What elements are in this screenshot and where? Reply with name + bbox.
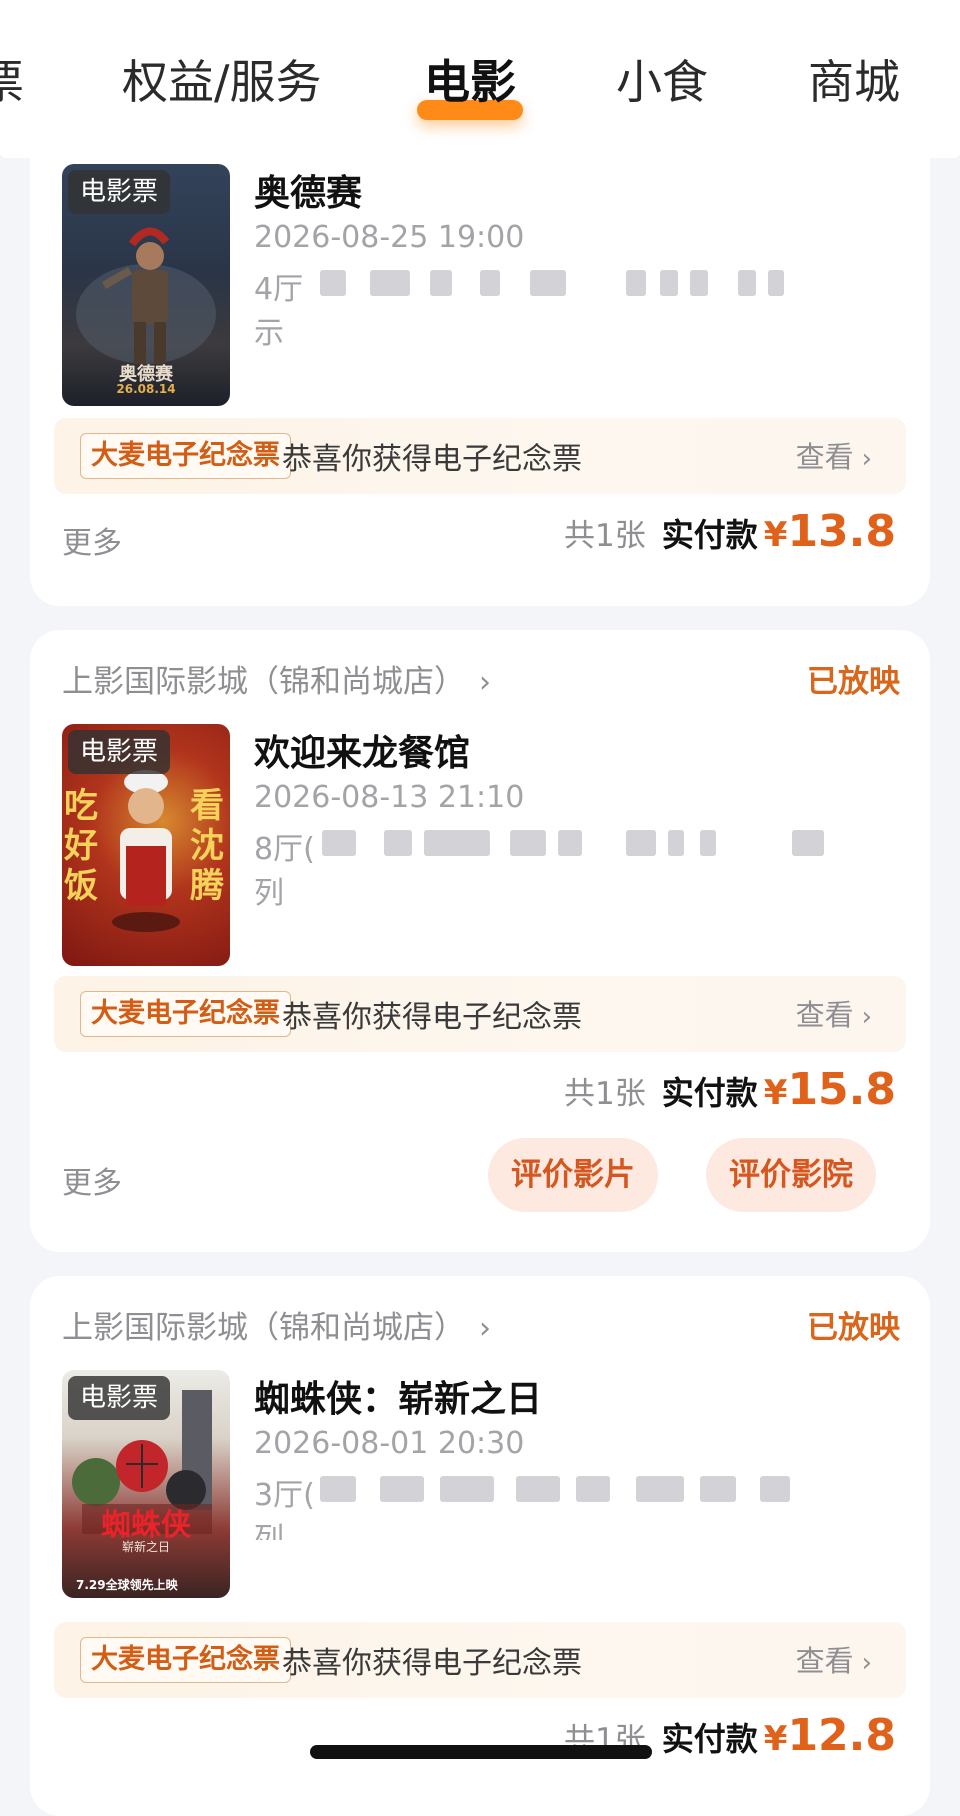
tab-movies[interactable]: 电影 bbox=[424, 52, 516, 112]
rate-movie-button[interactable]: 评价影片 bbox=[488, 1138, 658, 1212]
paid-label: 实付款 bbox=[661, 516, 758, 554]
hall-seat-info: 8厅( bbox=[254, 832, 315, 867]
souvenir-banner[interactable]: 大麦电子纪念票 恭喜你获得电子纪念票 查看 › bbox=[54, 418, 906, 494]
cinema-row[interactable]: 上影国际影城（锦和尚城店） › 已放映 bbox=[62, 1302, 900, 1346]
seat-suffix: 列 bbox=[254, 1522, 284, 1540]
status-badge: 已放映 bbox=[807, 664, 900, 700]
more-button[interactable]: 更多 bbox=[62, 1158, 122, 1202]
poster-right-text: 看沈腾 bbox=[190, 786, 224, 906]
view-souvenir-link[interactable]: 查看 › bbox=[796, 1638, 872, 1680]
ticket-type-badge: 电影票 bbox=[68, 1376, 171, 1420]
souvenir-text: 恭喜你获得电子纪念票 bbox=[282, 1646, 582, 1681]
redacted-seat-info bbox=[320, 270, 820, 296]
paid-label: 实付款 bbox=[661, 1720, 758, 1758]
chevron-right-icon: › bbox=[479, 1311, 491, 1346]
show-time: 2026-08-13 21:10 bbox=[254, 780, 525, 815]
cinema-name[interactable]: 上影国际影城（锦和尚城店） › bbox=[62, 656, 491, 701]
view-label: 查看 bbox=[795, 440, 854, 474]
poster-date-text: 7.29全球领先上映 bbox=[76, 1578, 178, 1592]
poster-subtitle-text: 崭新之日 bbox=[121, 1540, 170, 1554]
movie-poster[interactable]: 吃好饭 看沈腾 电影票 bbox=[62, 724, 230, 966]
souvenir-banner[interactable]: 大麦电子纪念票 恭喜你获得电子纪念票 查看 › bbox=[54, 1622, 906, 1698]
chevron-right-icon: › bbox=[479, 665, 491, 700]
home-indicator[interactable] bbox=[310, 1745, 652, 1759]
view-label: 查看 bbox=[795, 998, 854, 1032]
redacted-seat-info bbox=[320, 1476, 820, 1502]
redacted-seat-info bbox=[322, 830, 824, 856]
ticket-type-badge: 电影票 bbox=[68, 730, 171, 774]
paid-amount: ¥12.8 bbox=[763, 1710, 896, 1761]
chevron-right-icon: › bbox=[861, 1648, 872, 1678]
seat-suffix: 示 bbox=[254, 316, 284, 351]
seat-suffix: 列 bbox=[254, 876, 284, 911]
poster-date-text: 26.08.14 bbox=[116, 382, 176, 396]
order-card[interactable]: 上影国际影城（锦和尚城店） › 已放映 蜘蛛侠 崭新之日 7.29全球领先上映 电… bbox=[30, 1276, 930, 1816]
chevron-right-icon: › bbox=[861, 1002, 872, 1032]
movie-title: 奥德赛 bbox=[254, 173, 363, 214]
souvenir-banner[interactable]: 大麦电子纪念票 恭喜你获得电子纪念票 查看 › bbox=[54, 976, 906, 1052]
show-time: 2026-08-01 20:30 bbox=[254, 1426, 525, 1461]
tab-benefits-services[interactable]: 权益/服务 bbox=[122, 52, 322, 112]
souvenir-text: 恭喜你获得电子纪念票 bbox=[282, 442, 582, 477]
order-card[interactable]: 奥德赛 26.08.14 电影票 奥德赛 2026-08-25 19:00 4厅… bbox=[30, 100, 930, 606]
show-time: 2026-08-25 19:00 bbox=[254, 220, 525, 255]
souvenir-badge: 大麦电子纪念票 bbox=[80, 433, 291, 479]
souvenir-badge: 大麦电子纪念票 bbox=[80, 991, 291, 1037]
tab-snacks[interactable]: 小食 bbox=[616, 52, 708, 112]
hall-seat-info: 3厅( bbox=[254, 1478, 315, 1513]
movie-poster[interactable]: 奥德赛 26.08.14 电影票 bbox=[62, 164, 230, 406]
status-badge: 已放映 bbox=[807, 1310, 900, 1346]
order-summary: 共1张 实付款 ¥13.8 bbox=[564, 506, 896, 558]
paid-amount: ¥13.8 bbox=[763, 506, 896, 557]
tab-tickets[interactable]: 票 bbox=[0, 52, 24, 112]
view-souvenir-link[interactable]: 查看 › bbox=[796, 434, 872, 476]
poster-left-text: 吃好饭 bbox=[64, 786, 98, 906]
movie-poster[interactable]: 蜘蛛侠 崭新之日 7.29全球领先上映 电影票 bbox=[62, 1370, 230, 1598]
paid-amount: ¥15.8 bbox=[763, 1064, 896, 1115]
paid-label: 实付款 bbox=[661, 1074, 758, 1112]
hall-seat-info: 4厅 bbox=[254, 272, 304, 307]
souvenir-text: 恭喜你获得电子纪念票 bbox=[282, 1000, 582, 1035]
top-tab-bar: 票 权益/服务 电影 小食 商城 bbox=[0, 0, 960, 158]
ticket-count: 共1张 bbox=[564, 518, 646, 554]
more-button[interactable]: 更多 bbox=[62, 518, 122, 562]
ticket-type-badge: 电影票 bbox=[68, 170, 171, 214]
cinema-name[interactable]: 上影国际影城（锦和尚城店） › bbox=[62, 1302, 491, 1347]
movie-title: 蜘蛛侠：崭新之日 bbox=[254, 1379, 543, 1420]
chevron-right-icon: › bbox=[861, 444, 872, 474]
view-souvenir-link[interactable]: 查看 › bbox=[796, 992, 872, 1034]
tab-mall[interactable]: 商城 bbox=[808, 52, 900, 112]
ticket-count: 共1张 bbox=[564, 1076, 646, 1112]
order-card[interactable]: 上影国际影城（锦和尚城店） › 已放映 吃好饭 看沈腾 电影票 欢迎来龙餐馆 20… bbox=[30, 630, 930, 1252]
order-summary: 共1张 实付款 ¥15.8 bbox=[564, 1064, 896, 1116]
rate-cinema-button[interactable]: 评价影院 bbox=[706, 1138, 876, 1212]
movie-title: 欢迎来龙餐馆 bbox=[254, 733, 471, 774]
cinema-row[interactable]: 上影国际影城（锦和尚城店） › 已放映 bbox=[62, 656, 900, 700]
view-label: 查看 bbox=[795, 1644, 854, 1678]
souvenir-badge: 大麦电子纪念票 bbox=[80, 1637, 291, 1683]
